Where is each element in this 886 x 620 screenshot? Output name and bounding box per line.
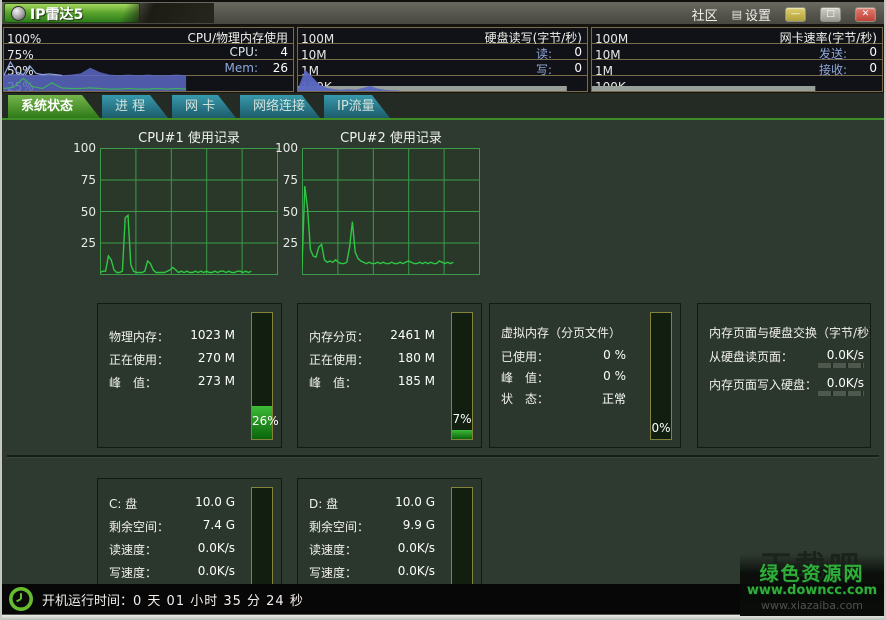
stat-kv-value: 4	[258, 45, 288, 59]
stat-kv-row: 发送:0	[819, 45, 877, 62]
menu-settings[interactable]: ▤设置	[732, 5, 771, 24]
tab-4[interactable]: 网络连接	[240, 95, 320, 118]
row-value: 10.0 G	[151, 495, 235, 509]
radar-icon	[11, 6, 26, 21]
stat-kv-value: 0	[847, 61, 877, 78]
row-label: 写速度：	[309, 564, 357, 581]
tab-2[interactable]: 进 程	[102, 95, 168, 118]
stat-kv-label: Mem:	[225, 61, 258, 75]
tab-1[interactable]: 系统状态	[8, 95, 100, 118]
window-left-edge	[0, 0, 2, 620]
settings-icon: ▤	[732, 8, 742, 21]
stat-kv-label: 读:	[536, 45, 552, 62]
stats-strip: 100%75%50%25%CPU/物理内存使用CPU:4Mem:26100M10…	[0, 26, 886, 93]
row-label: 读速度：	[109, 541, 157, 558]
watermark-url: www.downcc.com	[740, 583, 884, 598]
stat-panel-title: 网卡速率(字节/秒)	[780, 29, 877, 46]
stat-kv-row: Mem:26	[225, 61, 288, 75]
row-value: 0.0K/s	[151, 541, 235, 555]
tab-3[interactable]: 网 卡	[172, 95, 236, 118]
stat-panel-3: 100M10M1M100K网卡速率(字节/秒)发送:0接收:0	[591, 27, 883, 92]
tab-bar: 系统状态进 程网 卡网络连接IP流量	[0, 93, 886, 120]
row-label: 读速度：	[309, 541, 357, 558]
content-area: CPU#1 使用记录100755025CPU#2 使用记录100755025 物…	[2, 120, 884, 584]
watermark-url-2: www.xiazaiba.com	[740, 599, 884, 612]
stat-kv-row: 写:0	[536, 61, 582, 78]
row-value: 0.0K/s	[151, 564, 235, 578]
app-logo: IP雷达5	[4, 3, 216, 23]
stat-kv-row: 接收:0	[819, 61, 877, 78]
row-label: 写速度：	[109, 564, 157, 581]
stat-kv-row: 读:0	[536, 45, 582, 62]
uptime-value: 0 天 01 小时 35 分 24 秒	[133, 590, 304, 609]
titlebar-menu: 社区 ▤设置 — □ ✕	[692, 5, 876, 24]
stat-panel-2: 100M10M1M100K硬盘读写(字节/秒)读:0写:0	[297, 27, 588, 92]
clock-icon	[8, 586, 34, 612]
maximize-button[interactable]: □	[820, 7, 841, 22]
stat-kv-value: 0	[847, 45, 877, 62]
watermark: 下载吧 绿色资源网 www.downcc.com www.xiazaiba.co…	[740, 554, 884, 616]
stat-kv-value: 26	[258, 61, 288, 75]
row-value: 0.0K/s	[351, 541, 435, 555]
disk-usage-gauge	[451, 487, 473, 584]
row-value: 9.9 G	[351, 518, 435, 532]
stat-kv-row: CPU:4	[230, 45, 288, 59]
stat-kv-value: 0	[552, 45, 582, 62]
disk-usage-gauge	[251, 487, 273, 584]
menu-settings-label: 设置	[745, 5, 771, 24]
row-label: C: 盘	[109, 495, 137, 512]
row-value: 0.0K/s	[351, 564, 435, 578]
stat-kv-label: 写:	[536, 61, 552, 78]
stat-panel-1: 100%75%50%25%CPU/物理内存使用CPU:4Mem:26	[3, 27, 294, 92]
stat-kv-label: CPU:	[230, 45, 258, 59]
watermark-site-name: 绿色资源网	[740, 559, 884, 586]
disk-panel-1: C: 盘10.0 G剩余空间：7.4 G读速度：0.0K/s写速度：0.0K/s	[97, 478, 282, 584]
stat-kv-label: 发送:	[819, 45, 847, 62]
app-title: IP雷达5	[30, 4, 83, 24]
tab-5[interactable]: IP流量	[324, 95, 390, 118]
stat-kv-value: 0	[552, 61, 582, 78]
stat-panel-title: 硬盘读写(字节/秒)	[485, 29, 582, 46]
close-button[interactable]: ✕	[855, 7, 876, 22]
gauge-percent: 0%	[651, 421, 671, 435]
row-label: D: 盘	[309, 495, 338, 512]
stat-panel-title: CPU/物理内存使用	[188, 29, 288, 46]
row-value: 10.0 G	[351, 495, 435, 509]
minimize-button[interactable]: —	[785, 7, 806, 22]
uptime-label: 开机运行时间：	[42, 590, 133, 609]
gauge-percent: 7%	[452, 412, 472, 426]
gauge-percent: 26%	[252, 414, 272, 428]
disk-panel-2: D: 盘10.0 G剩余空间：9.9 G读速度：0.0K/s写速度：0.0K/s	[297, 478, 482, 584]
menu-community[interactable]: 社区	[692, 5, 718, 24]
titlebar[interactable]: IP雷达5 社区 ▤设置 — □ ✕	[0, 0, 886, 26]
disk-panels-section: C: 盘10.0 G剩余空间：7.4 G读速度：0.0K/s写速度：0.0K/s…	[2, 120, 884, 584]
row-value: 7.4 G	[151, 518, 235, 532]
stat-kv-label: 接收:	[819, 61, 847, 78]
app-window: IP雷达5 社区 ▤设置 — □ ✕ 100%75%50%25%CPU/物理内存…	[0, 0, 886, 620]
logo-swoosh	[114, 3, 214, 23]
